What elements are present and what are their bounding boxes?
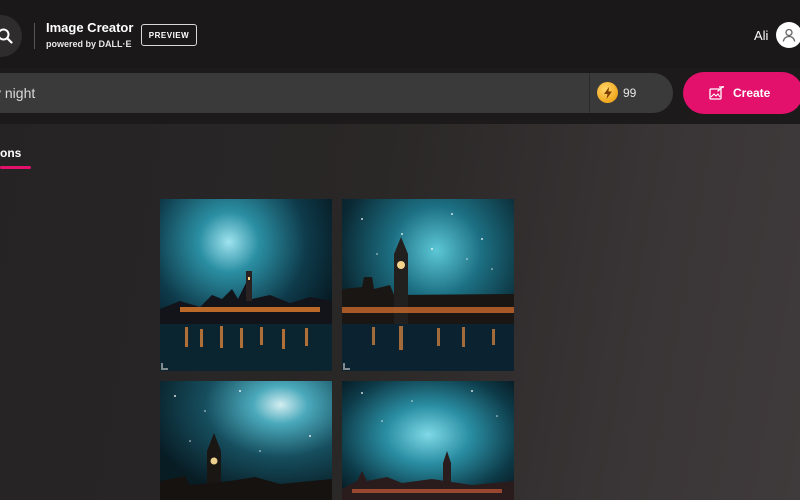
header-divider [34, 23, 35, 49]
person-icon [782, 28, 796, 42]
generated-image-2[interactable] [342, 199, 514, 371]
app-title[interactable]: Image Creator [46, 20, 133, 35]
prompt-input[interactable] [0, 73, 560, 113]
create-button[interactable]: Create [683, 72, 800, 114]
tab-active-indicator [0, 166, 31, 169]
generated-image-4[interactable] [342, 381, 514, 500]
tab-creations[interactable]: ations [0, 146, 21, 160]
generated-image-3[interactable] [160, 381, 332, 500]
create-label: Create [733, 86, 771, 100]
preview-badge: PREVIEW [141, 24, 197, 46]
user-avatar-icon[interactable] [776, 22, 800, 48]
image-corner-icon [161, 363, 168, 370]
search-icon [0, 28, 13, 44]
lightning-coin-icon [597, 82, 618, 103]
prompt-bar: 99 [0, 73, 673, 113]
boost-count: 99 [623, 86, 637, 100]
user-name[interactable]: Ali [754, 28, 768, 43]
generated-image-1[interactable] [160, 199, 332, 371]
image-corner-icon [343, 363, 350, 370]
search-button[interactable] [0, 15, 22, 57]
image-create-icon [709, 86, 725, 100]
app-subtitle: powered by DALL·E [46, 39, 132, 49]
boost-counter[interactable]: 99 [589, 73, 673, 113]
top-bar: Image Creator powered by DALL·E PREVIEW … [0, 0, 800, 68]
results-area: ations [0, 124, 800, 500]
